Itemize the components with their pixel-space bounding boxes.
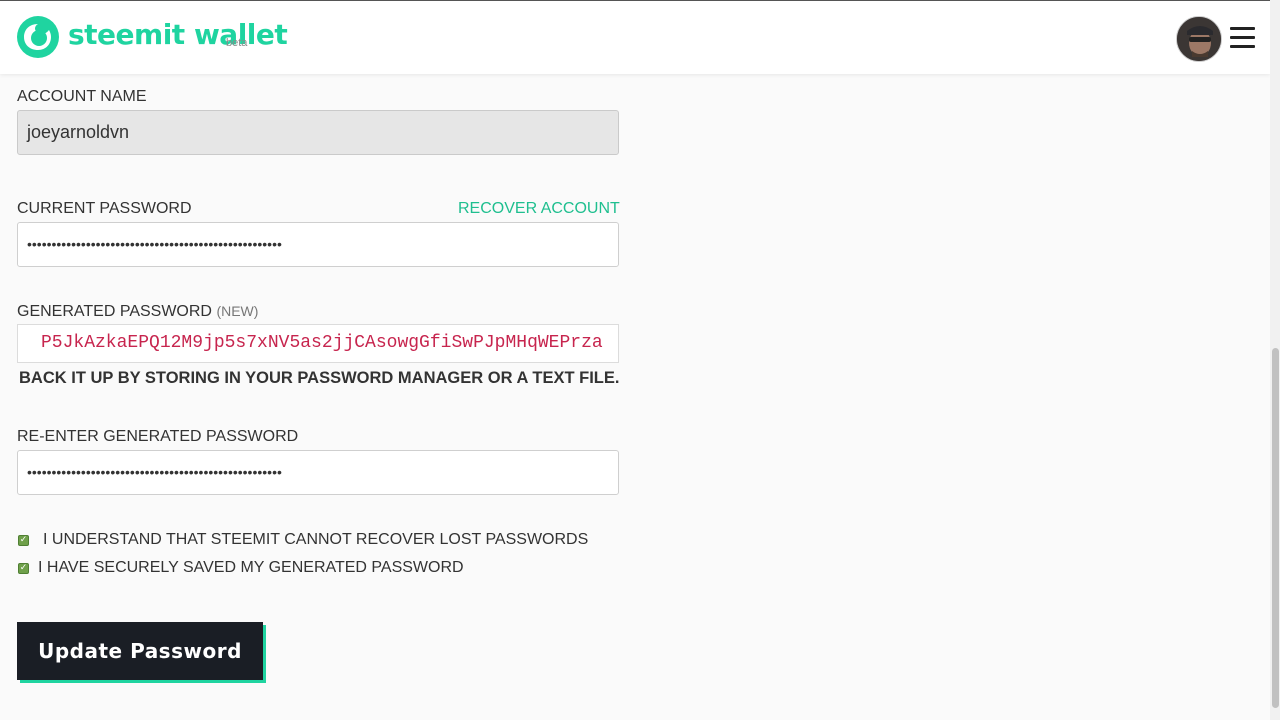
check-icon: ✓: [19, 562, 28, 573]
understand-checkbox-label: I UNDERSTAND THAT STEEMIT CANNOT RECOVER…: [43, 531, 589, 548]
understand-checkbox[interactable]: ✓: [18, 534, 29, 546]
hamburger-menu-icon[interactable]: [1230, 27, 1255, 49]
reenter-password-field[interactable]: ••••••••••••••••••••••••••••••••••••••••…: [17, 450, 619, 495]
scrollbar-thumb[interactable]: [1272, 348, 1279, 708]
generated-password-label: GENERATED PASSWORD (NEW): [17, 303, 258, 321]
beta-badge: beta: [226, 37, 248, 49]
top-navigation-bar: steemit wallet beta: [0, 0, 1270, 74]
account-name-label: ACCOUNT NAME: [17, 88, 147, 105]
understand-checkbox-row[interactable]: ✓ I UNDERSTAND THAT STEEMIT CANNOT RECOV…: [18, 531, 588, 549]
brand-name: steemit wallet: [68, 18, 288, 51]
recover-account-link[interactable]: RECOVER ACCOUNT: [458, 200, 620, 218]
new-tag: (NEW): [216, 303, 259, 319]
check-icon: ✓: [19, 534, 28, 545]
steemit-logo-icon: [17, 16, 59, 58]
generated-password-value[interactable]: P5JkAzkaEPQ12M9jp5s7xNV5as2jjCAsowgGfiSw…: [17, 324, 619, 363]
avatar-image: [1177, 17, 1221, 61]
page-scrollbar[interactable]: [1270, 0, 1280, 720]
generated-password-label-text: GENERATED PASSWORD: [17, 303, 212, 320]
current-password-field[interactable]: ••••••••••••••••••••••••••••••••••••••••…: [17, 222, 619, 267]
saved-checkbox-row[interactable]: ✓ I HAVE SECURELY SAVED MY GENERATED PAS…: [18, 559, 464, 577]
reenter-password-label: RE-ENTER GENERATED PASSWORD: [17, 428, 299, 445]
saved-checkbox[interactable]: ✓: [18, 562, 29, 574]
current-password-label: CURRENT PASSWORD: [17, 200, 192, 217]
account-name-field: joeyarnoldvn: [17, 110, 619, 155]
saved-checkbox-label: I HAVE SECURELY SAVED MY GENERATED PASSW…: [38, 559, 464, 576]
update-password-button[interactable]: Update Password: [17, 622, 263, 680]
user-avatar[interactable]: [1176, 16, 1222, 62]
backup-instruction: BACK IT UP BY STORING IN YOUR PASSWORD M…: [19, 369, 620, 387]
